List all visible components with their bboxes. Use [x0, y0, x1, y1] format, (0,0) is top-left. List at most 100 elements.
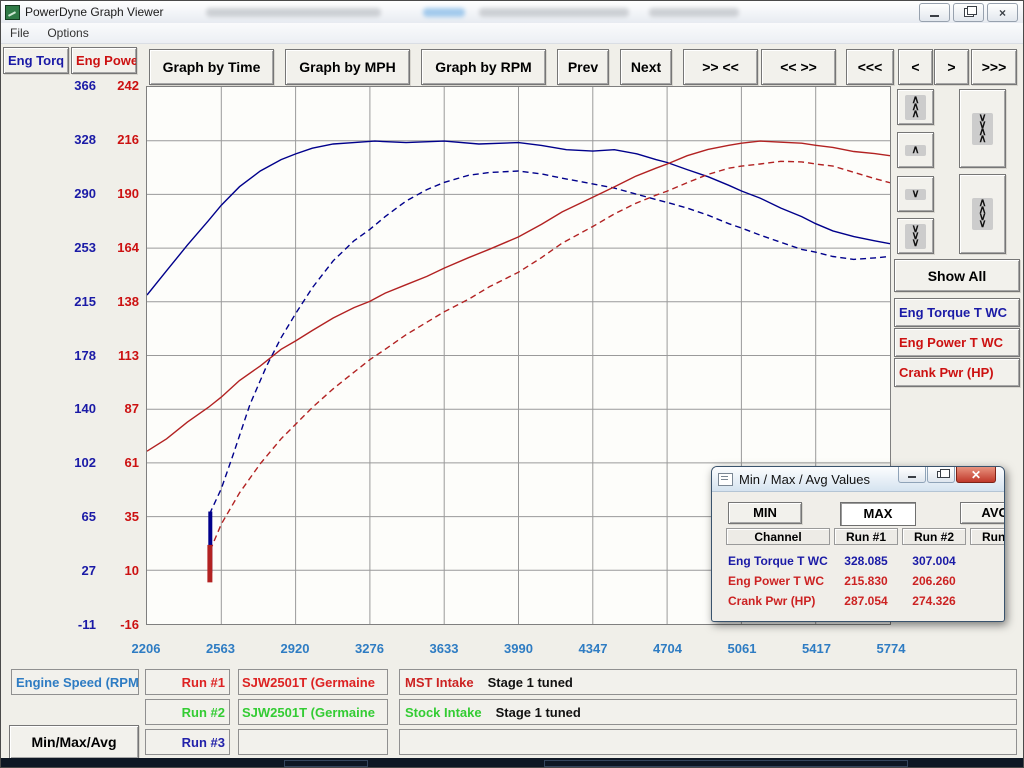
minmax-dialog-titlebar[interactable]: Min / Max / Avg Values ✕ — [712, 467, 1004, 492]
menu-options[interactable]: Options — [38, 23, 97, 43]
y-tick-power: 35 — [97, 509, 139, 524]
scroll-button-tall-1[interactable]: ∧∧∨∨ — [959, 174, 1006, 254]
chevron-glyph: ∧ — [978, 136, 986, 143]
toolbar-button-graph-by-rpm[interactable]: Graph by RPM — [421, 49, 546, 85]
chevron-icon: ∧∧∨∨ — [972, 198, 992, 230]
channel-name: Eng Torque T WC — [728, 554, 828, 568]
app-icon — [5, 5, 20, 20]
run-note-box-3[interactable] — [399, 729, 1017, 755]
max-value-run1: 287.054 — [834, 594, 898, 608]
scroll-button-small-1[interactable]: ∧ — [897, 132, 934, 168]
x-tick-rpm: 2920 — [263, 641, 327, 656]
scroll-button-small-3[interactable]: ∨∨∨ — [897, 218, 934, 254]
note-text: Stage 1 tuned — [488, 675, 573, 690]
x-tick-rpm: 5417 — [785, 641, 849, 656]
dialog-close-button[interactable]: ✕ — [956, 467, 996, 483]
y-tick-torque: 178 — [54, 348, 96, 363]
scroll-button-tall-0[interactable]: ∨∨∧∧ — [959, 89, 1006, 168]
y-tick-power: 87 — [97, 401, 139, 416]
show-all-label: Show All — [928, 268, 987, 284]
chevron-glyph: ∧ — [911, 111, 919, 118]
toolbar-button-[interactable]: < — [898, 49, 933, 85]
toolbar-button-[interactable]: <<< — [846, 49, 894, 85]
toolbar-button-[interactable]: >> << — [683, 49, 758, 85]
title-bar[interactable]: PowerDyne Graph Viewer × — [1, 1, 1023, 24]
toolbar-button-[interactable]: >>> — [971, 49, 1017, 85]
close-icon: × — [999, 7, 1006, 19]
run-label-box-2[interactable]: Run #2 — [145, 699, 230, 725]
taskbar-edge — [1, 758, 1024, 768]
scroll-button-small-2[interactable]: ∨ — [897, 176, 934, 212]
run-note-box-1[interactable]: MST IntakeStage 1 tuned — [399, 669, 1017, 695]
tab-eng-torque-axis[interactable]: Eng Torq — [3, 47, 69, 74]
redacted-text-highlighted — [423, 8, 465, 17]
chevron-glyph: ∨ — [911, 191, 919, 198]
dialog-minimize-button[interactable] — [898, 467, 926, 483]
y-tick-power: 164 — [97, 240, 139, 255]
dialog-minimize-icon — [908, 476, 916, 478]
max-value-run2: 307.004 — [902, 554, 966, 568]
toolbar-button-[interactable]: > — [934, 49, 969, 85]
toolbar-button-prev[interactable]: Prev — [557, 49, 609, 85]
note-tag-label: Stock Intake — [405, 705, 482, 720]
show-all-button[interactable]: Show All — [894, 259, 1020, 292]
minmaxavg-label: Min/Max/Avg — [31, 734, 116, 750]
run-file-box-2[interactable]: SJW2501T (Germaine — [238, 699, 388, 725]
run-label-box-1[interactable]: Run #1 — [145, 669, 230, 695]
y-tick-power: 242 — [97, 78, 139, 93]
x-channel-box[interactable]: Engine Speed (RPM) — [11, 669, 139, 695]
mode-button-max[interactable]: MAX — [840, 502, 916, 526]
channel-button-1[interactable]: Eng Power T WC — [894, 328, 1020, 357]
y-tick-torque: 215 — [54, 294, 96, 309]
toolbar-button-[interactable]: << >> — [761, 49, 836, 85]
restore-button[interactable] — [953, 3, 984, 22]
y-tick-torque: 253 — [54, 240, 96, 255]
scroll-button-small-0[interactable]: ∧∧∧ — [897, 89, 934, 125]
y-tick-power: 10 — [97, 563, 139, 578]
y-tick-power: 138 — [97, 294, 139, 309]
tab-eng-power-label: Eng Power — [76, 53, 137, 68]
y-tick-power: 113 — [97, 348, 139, 363]
menu-bar: File Options — [1, 23, 1023, 44]
menu-file[interactable]: File — [1, 23, 38, 43]
minimize-icon — [930, 15, 939, 17]
redacted-text — [479, 8, 629, 17]
channel-button-2[interactable]: Crank Pwr (HP) — [894, 358, 1020, 387]
chevron-icon: ∨∨∨ — [905, 224, 925, 249]
mode-button-min[interactable]: MIN — [728, 502, 802, 524]
note-text: Stage 1 tuned — [496, 705, 581, 720]
toolbar-button-graph-by-time[interactable]: Graph by Time — [149, 49, 274, 85]
mode-button-avg[interactable]: AVG — [960, 502, 1004, 524]
y-tick-torque: -11 — [54, 617, 96, 632]
dialog-restore-icon — [937, 471, 945, 478]
run-label: Run #1 — [182, 675, 225, 690]
chevron-icon: ∧∧∧ — [905, 95, 925, 120]
x-tick-rpm: 3633 — [412, 641, 476, 656]
dialog-form-icon — [718, 473, 733, 486]
minmax-dialog: Min / Max / Avg Values ✕ MIN MAX AVG Channe… — [711, 466, 1005, 622]
y-tick-power: 61 — [97, 455, 139, 470]
toolbar-button-next[interactable]: Next — [620, 49, 672, 85]
run-label: Run #2 — [182, 705, 225, 720]
window-title: PowerDyne Graph Viewer — [25, 5, 164, 19]
run-note-box-2[interactable]: Stock Intake Stage 1 tuned — [399, 699, 1017, 725]
run-label-box-3[interactable]: Run #3 — [145, 729, 230, 755]
y-tick-torque: 290 — [54, 186, 96, 201]
channel-button-0[interactable]: Eng Torque T WC — [894, 298, 1020, 327]
dialog-restore-button[interactable] — [927, 467, 955, 483]
run-file-box-1[interactable]: SJW2501T (Germaine — [238, 669, 388, 695]
x-tick-rpm: 5061 — [710, 641, 774, 656]
run-file-box-3[interactable] — [238, 729, 388, 755]
tab-eng-power-axis[interactable]: Eng Power — [71, 47, 137, 74]
close-button[interactable]: × — [987, 3, 1018, 22]
y-tick-torque: 65 — [54, 509, 96, 524]
taskbar-ghost-button — [544, 760, 908, 767]
minimize-button[interactable] — [919, 3, 950, 22]
app-window: PowerDyne Graph Viewer × File Options En… — [0, 0, 1024, 768]
toolbar-button-graph-by-mph[interactable]: Graph by MPH — [285, 49, 410, 85]
y-tick-torque: 328 — [54, 132, 96, 147]
chevron-glyph: ∨ — [978, 221, 986, 228]
column-header-0: Channel — [726, 528, 830, 545]
chevron-glyph: ∨ — [911, 240, 919, 247]
minmaxavg-button[interactable]: Min/Max/Avg — [9, 725, 139, 759]
